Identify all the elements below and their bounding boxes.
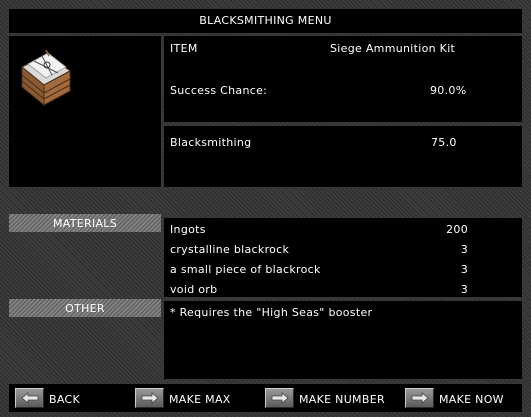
arrow-left-icon <box>20 392 38 404</box>
make-number-button[interactable] <box>265 388 294 408</box>
success-chance-value: 90.0% <box>430 84 467 97</box>
requirement-note: * Requires the "High Seas" booster <box>170 306 373 319</box>
make-now-button[interactable] <box>405 388 434 408</box>
material-name: Ingots <box>170 223 206 236</box>
success-chance-label: Success Chance: <box>170 84 268 97</box>
make-max-button[interactable] <box>135 388 164 408</box>
skill-name: Blacksmithing <box>170 136 252 149</box>
gump-title: BLACKSMITHING MENU <box>199 14 332 27</box>
material-qty: 3 <box>460 263 468 276</box>
arrow-right-icon <box>411 392 429 404</box>
material-name: void orb <box>170 283 218 296</box>
item-header-label: ITEM <box>170 42 198 55</box>
material-name: crystalline blackrock <box>170 243 290 256</box>
make-number-label[interactable]: MAKE NUMBER <box>299 393 385 406</box>
item-name: Siege Ammunition Kit <box>330 42 456 55</box>
material-qty: 3 <box>460 243 468 256</box>
make-max-label[interactable]: MAKE MAX <box>169 393 231 406</box>
crate-icon <box>21 49 71 107</box>
arrow-right-icon <box>141 392 159 404</box>
skill-value: 75.0 <box>431 136 457 149</box>
materials-header: MATERIALS <box>52 217 118 230</box>
blacksmithing-gump: BLACKSMITHING MENU ITEM Siege Ammunition… <box>0 0 531 417</box>
other-header: OTHER <box>65 302 105 315</box>
materials-panel <box>164 218 522 297</box>
arrow-right-icon <box>271 392 289 404</box>
material-qty: 3 <box>460 283 468 296</box>
back-button[interactable] <box>15 388 44 408</box>
material-name: a small piece of blackrock <box>170 263 321 276</box>
material-qty: 200 <box>446 223 468 236</box>
back-label[interactable]: BACK <box>49 393 80 406</box>
make-now-label[interactable]: MAKE NOW <box>439 393 504 406</box>
